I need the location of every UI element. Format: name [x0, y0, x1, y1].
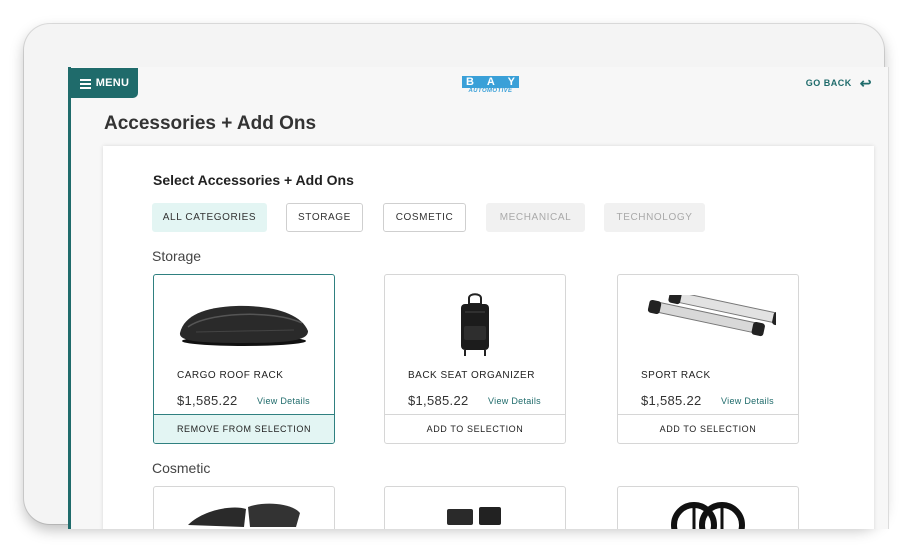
menu-button[interactable]: MENU	[71, 68, 138, 98]
remove-from-selection-button[interactable]: REMOVE FROM SELECTION	[154, 414, 334, 443]
product-card-wheels[interactable]	[617, 486, 799, 529]
device-frame: MENU B A Y AUTOMOTIVE GO BACK ↩ Accessor…	[24, 24, 889, 529]
filter-cosmetic[interactable]: COSMETIC	[383, 203, 466, 232]
brand-logo[interactable]: B A Y AUTOMOTIVE	[462, 76, 519, 95]
add-to-selection-button[interactable]: ADD TO SELECTION	[385, 414, 565, 443]
floor-mats-image	[385, 505, 565, 529]
product-price: $1,585.22	[177, 393, 238, 408]
product-card-floor-mats[interactable]	[384, 486, 566, 529]
view-details-link[interactable]: View Details	[721, 396, 774, 406]
section-title-cosmetic: Cosmetic	[152, 460, 211, 476]
go-back-label: GO BACK	[805, 78, 852, 88]
cargo-roof-rack-image	[154, 285, 334, 365]
add-to-selection-button[interactable]: ADD TO SELECTION	[618, 414, 798, 443]
product-card-mirror-caps[interactable]	[153, 486, 335, 529]
product-name: SPORT RACK	[641, 370, 711, 381]
back-seat-organizer-image	[385, 285, 565, 365]
mirror-caps-image	[154, 499, 334, 529]
product-name: BACK SEAT ORGANIZER	[408, 370, 535, 381]
product-price: $1,585.22	[641, 393, 702, 408]
product-card-sport-rack[interactable]: SPORT RACK $1,585.22 View Details ADD TO…	[617, 274, 799, 444]
filter-all-categories[interactable]: ALL CATEGORIES	[152, 203, 267, 232]
logo-subtitle: AUTOMOTIVE	[468, 88, 513, 94]
selector-title: Select Accessories + Add Ons	[153, 172, 354, 188]
product-price: $1,585.22	[408, 393, 469, 408]
product-name: CARGO ROOF RACK	[177, 370, 284, 381]
hamburger-icon	[79, 78, 91, 89]
section-title-storage: Storage	[152, 248, 202, 264]
view-details-link[interactable]: View Details	[488, 396, 541, 406]
filter-mechanical: MECHANICAL	[486, 203, 585, 232]
go-back-link[interactable]: GO BACK ↩	[805, 75, 872, 91]
filter-storage[interactable]: STORAGE	[286, 203, 363, 232]
product-card-cargo-roof-rack[interactable]: CARGO ROOF RACK $1,585.22 View Details R…	[153, 274, 335, 444]
sport-rack-image	[618, 285, 798, 365]
return-arrow-icon: ↩	[859, 75, 872, 91]
menu-label: MENU	[95, 77, 130, 89]
app-screen: MENU B A Y AUTOMOTIVE GO BACK ↩ Accessor…	[68, 67, 889, 529]
logo-wordmark: B A Y	[462, 76, 519, 88]
view-details-link[interactable]: View Details	[257, 396, 310, 406]
filter-technology: TECHNOLOGY	[604, 203, 705, 232]
page-title: Accessories + Add Ons	[104, 113, 317, 134]
accessories-panel: Select Accessories + Add Ons ALL CATEGOR…	[103, 146, 874, 529]
product-card-back-seat-organizer[interactable]: BACK SEAT ORGANIZER $1,585.22 View Detai…	[384, 274, 566, 444]
wheels-image	[618, 501, 798, 529]
